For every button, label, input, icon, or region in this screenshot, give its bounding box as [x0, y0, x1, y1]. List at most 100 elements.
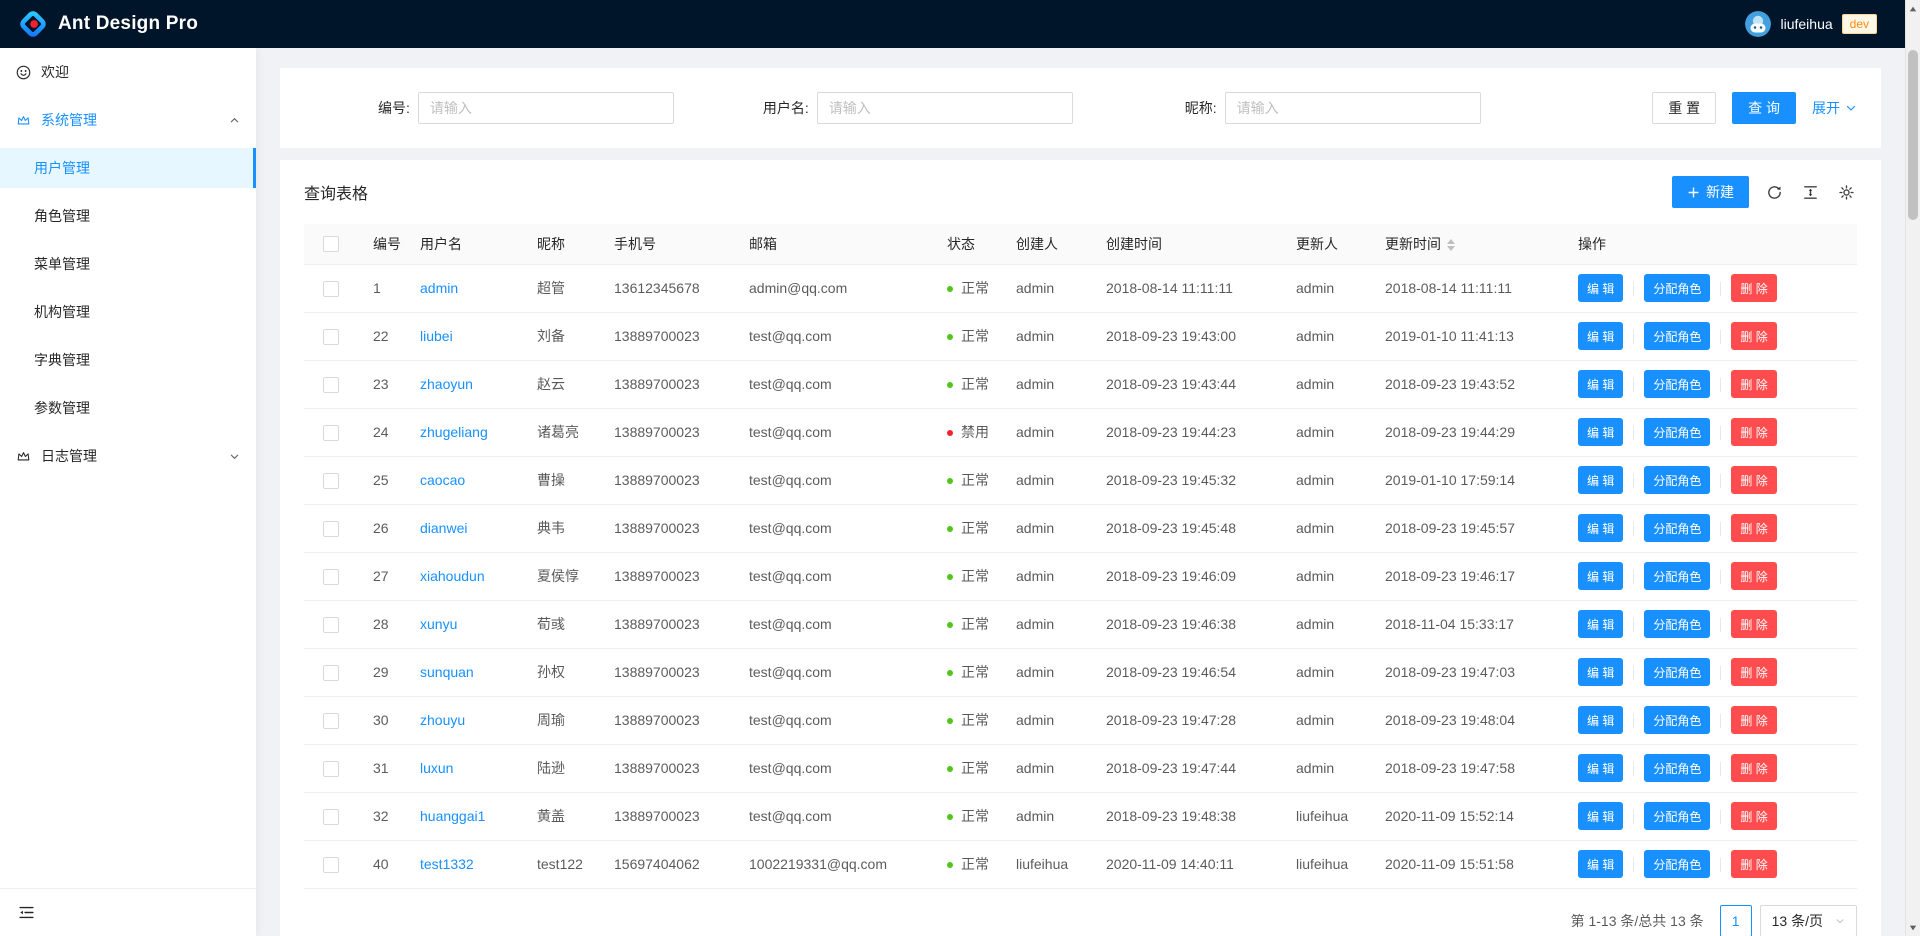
username-link[interactable]: caocao [420, 472, 465, 488]
id-field[interactable] [418, 92, 674, 124]
scrollbar-thumb[interactable] [1908, 50, 1918, 220]
delete-button[interactable]: 删 除 [1731, 370, 1776, 398]
delete-button[interactable]: 删 除 [1731, 466, 1776, 494]
delete-button[interactable]: 删 除 [1731, 418, 1776, 446]
edit-button[interactable]: 编 辑 [1578, 562, 1623, 590]
edit-button[interactable]: 编 辑 [1578, 754, 1623, 782]
cell-updated: 2019-01-10 11:41:13 [1369, 312, 1562, 360]
cell-phone: 15697404062 [598, 840, 733, 888]
scroll-up-arrow[interactable] [1906, 1, 1920, 16]
user-menu[interactable]: liufeihua dev [1745, 11, 1905, 37]
row-checkbox[interactable] [323, 377, 339, 393]
new-button[interactable]: 新建 [1672, 176, 1749, 208]
sidebar-collapse-trigger[interactable] [0, 888, 256, 936]
sidebar-item-dict-management[interactable]: 字典管理 [0, 340, 256, 380]
edit-button[interactable]: 编 辑 [1578, 658, 1623, 686]
edit-button[interactable]: 编 辑 [1578, 802, 1623, 830]
assign-role-button[interactable]: 分配角色 [1644, 562, 1710, 590]
username-link[interactable]: luxun [420, 760, 453, 776]
username-link[interactable]: xunyu [420, 616, 457, 632]
assign-role-button[interactable]: 分配角色 [1644, 802, 1710, 830]
username-link[interactable]: zhugeliang [420, 424, 488, 440]
row-checkbox[interactable] [323, 857, 339, 873]
sidebar-submenu-system[interactable]: 系统管理 [0, 100, 256, 140]
sidebar-item-param-management[interactable]: 参数管理 [0, 388, 256, 428]
username-link[interactable]: liubei [420, 328, 453, 344]
username-link[interactable]: zhaoyun [420, 376, 473, 392]
select-all-checkbox[interactable] [323, 236, 339, 252]
page-size-select[interactable]: 13 条/页 [1760, 905, 1857, 936]
username-field[interactable] [817, 92, 1073, 124]
assign-role-button[interactable]: 分配角色 [1644, 418, 1710, 446]
column-header-updated[interactable]: 更新时间 [1369, 224, 1562, 264]
username-link[interactable]: sunquan [420, 664, 474, 680]
sidebar-item-role-management[interactable]: 角色管理 [0, 196, 256, 236]
edit-button[interactable]: 编 辑 [1578, 370, 1623, 398]
delete-button[interactable]: 删 除 [1731, 514, 1776, 542]
row-checkbox[interactable] [323, 329, 339, 345]
edit-button[interactable]: 编 辑 [1578, 466, 1623, 494]
edit-button[interactable]: 编 辑 [1578, 706, 1623, 734]
row-checkbox[interactable] [323, 809, 339, 825]
row-checkbox[interactable] [323, 473, 339, 489]
assign-role-button[interactable]: 分配角色 [1644, 754, 1710, 782]
sidebar-item-welcome[interactable]: 欢迎 [0, 52, 256, 92]
vertical-scrollbar[interactable] [1905, 0, 1920, 936]
delete-button[interactable]: 删 除 [1731, 562, 1776, 590]
row-checkbox[interactable] [323, 521, 339, 537]
username-link[interactable]: xiahoudun [420, 568, 485, 584]
delete-button[interactable]: 删 除 [1731, 850, 1776, 878]
edit-button[interactable]: 编 辑 [1578, 274, 1623, 302]
row-checkbox[interactable] [323, 281, 339, 297]
row-checkbox[interactable] [323, 425, 339, 441]
settings-icon[interactable] [1836, 182, 1857, 203]
sidebar-item-user-management[interactable]: 用户管理 [0, 148, 256, 188]
row-checkbox[interactable] [323, 665, 339, 681]
delete-button[interactable]: 删 除 [1731, 754, 1776, 782]
row-checkbox[interactable] [323, 617, 339, 633]
scroll-down-arrow[interactable] [1906, 920, 1920, 935]
delete-button[interactable]: 删 除 [1731, 658, 1776, 686]
assign-role-button[interactable]: 分配角色 [1644, 706, 1710, 734]
assign-role-button[interactable]: 分配角色 [1644, 514, 1710, 542]
assign-role-button[interactable]: 分配角色 [1644, 274, 1710, 302]
delete-button[interactable]: 删 除 [1731, 802, 1776, 830]
assign-role-button[interactable]: 分配角色 [1644, 610, 1710, 638]
edit-button[interactable]: 编 辑 [1578, 418, 1623, 446]
row-checkbox[interactable] [323, 569, 339, 585]
username-link[interactable]: dianwei [420, 520, 467, 536]
edit-button[interactable]: 编 辑 [1578, 322, 1623, 350]
nickname-field[interactable] [1225, 92, 1481, 124]
page-1-button[interactable]: 1 [1720, 905, 1752, 936]
divider [1720, 618, 1721, 632]
assign-role-button[interactable]: 分配角色 [1644, 850, 1710, 878]
username-link[interactable]: test1332 [420, 856, 474, 872]
row-checkbox[interactable] [323, 713, 339, 729]
delete-button[interactable]: 删 除 [1731, 610, 1776, 638]
assign-role-button[interactable]: 分配角色 [1644, 370, 1710, 398]
expand-toggle[interactable]: 展开 [1812, 98, 1857, 118]
edit-button[interactable]: 编 辑 [1578, 850, 1623, 878]
sidebar-submenu-logs[interactable]: 日志管理 [0, 436, 256, 476]
username-link[interactable]: huanggai1 [420, 808, 485, 824]
status-dot [947, 478, 953, 484]
username-link[interactable]: zhouyu [420, 712, 465, 728]
sort-carets-icon[interactable] [1447, 239, 1455, 251]
query-button[interactable]: 查 询 [1732, 92, 1796, 124]
delete-button[interactable]: 删 除 [1731, 706, 1776, 734]
delete-button[interactable]: 删 除 [1731, 274, 1776, 302]
sidebar-item-org-management[interactable]: 机构管理 [0, 292, 256, 332]
username-link[interactable]: admin [420, 280, 458, 296]
column-height-icon[interactable] [1800, 182, 1821, 203]
row-checkbox[interactable] [323, 761, 339, 777]
assign-role-button[interactable]: 分配角色 [1644, 658, 1710, 686]
edit-button[interactable]: 编 辑 [1578, 514, 1623, 542]
assign-role-button[interactable]: 分配角色 [1644, 322, 1710, 350]
reset-button[interactable]: 重 置 [1652, 92, 1716, 124]
sidebar-item-menu-management[interactable]: 菜单管理 [0, 244, 256, 284]
delete-button[interactable]: 删 除 [1731, 322, 1776, 350]
reload-icon[interactable] [1764, 182, 1785, 203]
assign-role-button[interactable]: 分配角色 [1644, 466, 1710, 494]
app-logo[interactable]: Ant Design Pro [0, 9, 198, 39]
edit-button[interactable]: 编 辑 [1578, 610, 1623, 638]
